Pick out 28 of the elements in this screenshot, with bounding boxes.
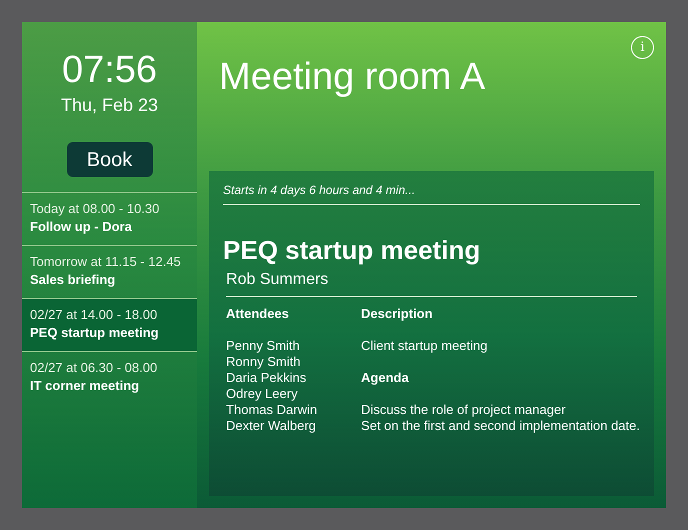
- book-button[interactable]: Book: [66, 142, 153, 177]
- booking-title: PEQ startup meeting: [30, 324, 160, 342]
- clock-time: 07:56: [62, 48, 158, 92]
- attendee-name: Dexter Walberg: [226, 418, 317, 434]
- attendee-name: Odrey Leery: [226, 386, 299, 402]
- agenda-item: Set on the first and second implementation date.: [361, 418, 640, 434]
- booking-time: Today at 08.00 - 10.30: [30, 200, 160, 217]
- booking-time: Tomorrow at 11.15 - 12.45: [30, 253, 182, 270]
- attendee-name: Daria Pekkins: [226, 370, 308, 386]
- booking-time: 02/27 at 06.30 - 08.00: [30, 359, 158, 376]
- attendees-heading: Attendees: [226, 306, 290, 322]
- agenda-item: Discuss the role of project manager: [361, 402, 567, 418]
- description-heading: Description: [361, 306, 434, 322]
- room-title: Meeting room A: [219, 55, 486, 99]
- description-text: Client startup meeting: [361, 338, 488, 354]
- countdown-text: Starts in 4 days 6 hours and 4 min...: [223, 182, 416, 198]
- attendee-name: Thomas Darwin: [226, 402, 318, 418]
- attendee-name: Ronny Smith: [226, 354, 302, 370]
- organizer-name: Rob Summers: [226, 270, 330, 290]
- booking-item[interactable]: 02/27 at 14.00 - 18.00 PEQ startup meeting: [22, 298, 198, 351]
- booking-title: Follow up - Dora: [30, 218, 133, 236]
- agenda-heading: Agenda: [361, 370, 410, 386]
- booking-title: IT corner meeting: [30, 377, 140, 395]
- booking-title: Sales briefing: [30, 271, 116, 289]
- booking-time: 02/27 at 14.00 - 18.00: [30, 306, 158, 323]
- meeting-title: PEQ startup meeting: [223, 234, 482, 267]
- attendee-name: Penny Smith: [226, 338, 301, 354]
- clock-date: Thu, Feb 23: [60, 94, 158, 116]
